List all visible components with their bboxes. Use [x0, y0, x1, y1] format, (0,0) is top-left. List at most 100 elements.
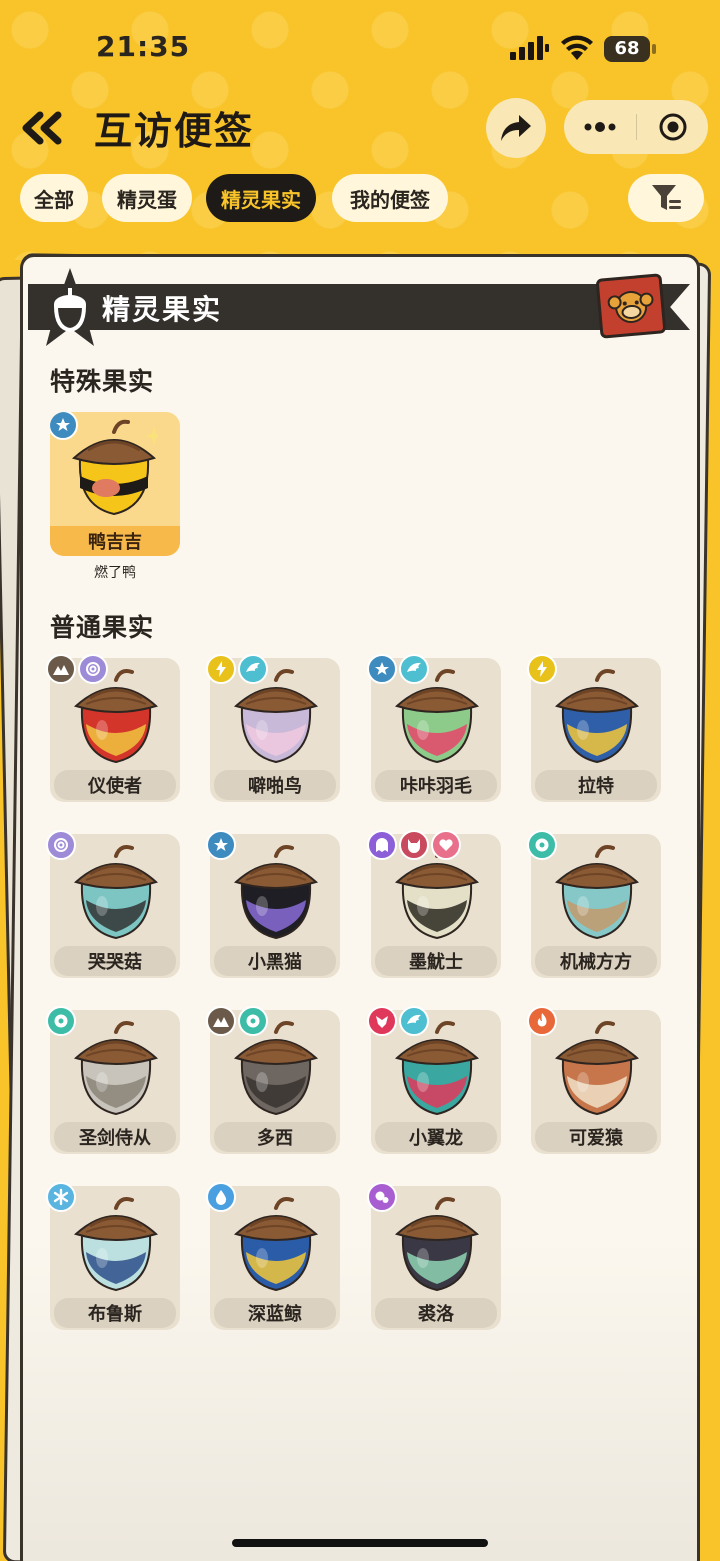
type-badges: [206, 654, 268, 684]
ghost-type-icon: [367, 830, 397, 860]
fruit-card[interactable]: 哭哭菇: [46, 830, 180, 978]
status-bar: 21:35 68: [0, 0, 720, 96]
type-badges: [46, 1182, 76, 1212]
fruit-card[interactable]: 圣剑侍从: [46, 1006, 180, 1154]
acorn-fruit-icon: [234, 1197, 318, 1292]
share-button[interactable]: [486, 98, 546, 158]
type-badges: [46, 654, 108, 684]
fruit-name: 裘洛: [375, 1298, 497, 1328]
electric-type-icon: [206, 654, 236, 684]
filter-funnel-icon: [652, 185, 681, 210]
special-fruit-section-title: 特殊果实: [50, 367, 155, 396]
type-badges: [46, 1006, 76, 1036]
type-badges: [527, 1006, 557, 1036]
wing-type-icon: [399, 654, 429, 684]
fruit-card[interactable]: 小黑猫: [206, 830, 340, 978]
fruit-name: 拉特: [535, 770, 657, 800]
ground-type-icon: [46, 654, 76, 684]
mechanical-type-icon: [46, 1006, 76, 1036]
ice-type-icon: [46, 1182, 76, 1212]
fruit-card[interactable]: 裘洛: [367, 1182, 501, 1330]
ground-type-icon: [206, 1006, 236, 1036]
back-button[interactable]: [20, 108, 70, 148]
fruit-name: 小黑猫: [214, 946, 336, 976]
tab-label: 我的便签: [350, 187, 430, 212]
type-badges: [206, 1006, 268, 1036]
fruit-card[interactable]: 墨魷士: [367, 830, 501, 978]
fruit-name: 咔咔羽毛: [375, 770, 497, 800]
banner-title: 精灵果实: [102, 293, 223, 326]
fruit-name: 墨魷士: [375, 946, 497, 976]
more-dots-icon: [584, 122, 616, 132]
wing-type-icon: [238, 654, 268, 684]
normal-fruit-section-title: 普通果实: [50, 613, 155, 642]
fruit-card[interactable]: 噼啪鸟: [206, 654, 340, 802]
mini-program-capsule: [564, 100, 708, 154]
battery-level: 68: [604, 36, 650, 62]
type-badges: [206, 1182, 236, 1212]
tab-label: 精灵蛋: [117, 187, 177, 212]
double-chevron-left-icon: [22, 111, 62, 145]
battery-icon: 68: [604, 36, 656, 62]
tab-label: 全部: [34, 187, 74, 212]
illusion-type-icon: [46, 830, 76, 860]
dragon-type-icon: [367, 1006, 397, 1036]
type-badges: [50, 412, 78, 440]
fruit-name: 圣剑侍从: [54, 1122, 176, 1152]
acorn-fruit-icon: [555, 845, 639, 940]
tab-label: 精灵果实: [221, 187, 301, 212]
fruit-name: 多西: [214, 1122, 336, 1152]
acorn-star-icon: [30, 268, 110, 346]
type-badges: [367, 1006, 429, 1036]
special-fruit-card[interactable]: 鸭吉吉: [50, 412, 180, 556]
acorn-fruit-icon: [74, 1197, 158, 1292]
fruit-card[interactable]: 咔咔羽毛: [367, 654, 501, 802]
filter-button[interactable]: [628, 174, 704, 222]
acorn-fruit-icon: [74, 1021, 158, 1116]
fruit-card[interactable]: 深蓝鲸: [206, 1182, 340, 1330]
illusion-type-icon: [78, 654, 108, 684]
type-badges: [46, 830, 76, 860]
wifi-icon: [561, 35, 593, 60]
cellular-signal-icon: [510, 36, 549, 60]
fire-type-icon: [527, 1006, 557, 1036]
tab-spirit-egg[interactable]: 精灵蛋: [102, 174, 192, 222]
type-badges: [527, 654, 557, 684]
status-time: 21:35: [96, 30, 191, 63]
fruit-name: 哭哭菇: [54, 946, 176, 976]
type-badges: [367, 1182, 397, 1212]
fruit-name: 仪使者: [54, 770, 176, 800]
electric-type-icon: [527, 654, 557, 684]
fruit-card[interactable]: 小翼龙: [367, 1006, 501, 1154]
fruit-name: 小翼龙: [375, 1122, 497, 1152]
normal-type-icon: [50, 412, 78, 440]
fruit-card[interactable]: 拉特: [527, 654, 661, 802]
duck-fruit-acorn-icon: [72, 419, 158, 516]
fruit-card[interactable]: 机械方方: [527, 830, 661, 978]
water-type-icon: [206, 1182, 236, 1212]
fruit-card[interactable]: 布鲁斯: [46, 1182, 180, 1330]
monkey-stamp-icon: [595, 273, 667, 339]
tab-all[interactable]: 全部: [20, 174, 88, 222]
share-arrow-icon: [501, 115, 531, 141]
special-fruit-name: 鸭吉吉: [50, 526, 180, 556]
type-badges: [367, 654, 429, 684]
mechanical-type-icon: [527, 830, 557, 860]
fruit-name: 噼啪鸟: [214, 770, 336, 800]
special-fruit-owner: 燃了鸭: [94, 565, 136, 581]
fruit-card[interactable]: 仪使者: [46, 654, 180, 802]
normal-type-icon: [367, 654, 397, 684]
fruit-name: 可爱猿: [535, 1122, 657, 1152]
close-miniprogram-button[interactable]: [637, 100, 708, 154]
fruit-card[interactable]: 可爱猿: [527, 1006, 661, 1154]
acorn-fruit-icon: [555, 1021, 639, 1116]
target-circle-icon: [659, 113, 686, 141]
battery-tip: [652, 44, 656, 54]
tab-spirit-fruit[interactable]: 精灵果实: [206, 174, 316, 222]
tab-my-notes[interactable]: 我的便签: [332, 174, 448, 222]
acorn-fruit-icon: [74, 845, 158, 940]
more-button[interactable]: [564, 100, 636, 154]
acorn-fruit-icon: [555, 669, 639, 764]
fruit-card[interactable]: 多西: [206, 1006, 340, 1154]
cute-type-icon: [431, 830, 461, 860]
